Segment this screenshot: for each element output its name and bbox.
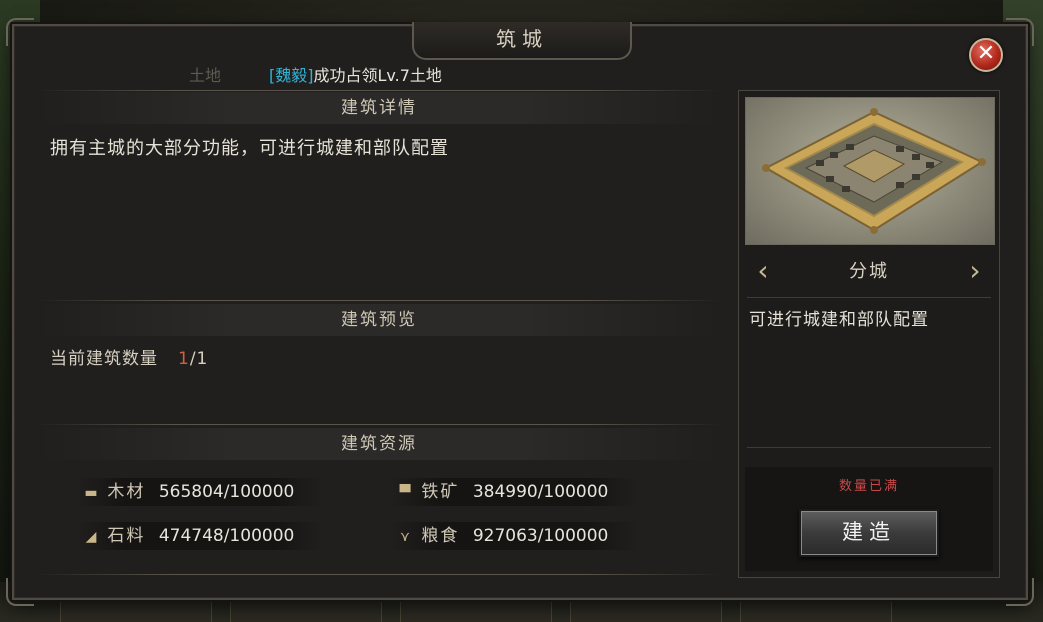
wood-icon: ▬: [84, 485, 98, 501]
right-panel: ‹ 分城 › 可进行城建和部队配置 数量已满 建造: [738, 90, 1000, 578]
close-icon: ✕: [976, 41, 996, 66]
system-notice: 土地 [魏毅]成功占领Lv.7土地: [189, 62, 442, 86]
section-divider: [36, 424, 722, 425]
frame-corner: [1006, 578, 1034, 606]
close-button[interactable]: ✕: [969, 38, 1003, 72]
frame-corner: [6, 578, 34, 606]
resource-value: 565804/100000: [158, 482, 295, 502]
building-count-row: 当前建筑数量 1/1: [50, 344, 208, 369]
dialog-title: 筑城: [496, 27, 548, 51]
build-city-dialog: 筑城 ✕ 土地 [魏毅]成功占领Lv.7土地 建筑详情 拥有主城的大部分功能，可进…: [6, 18, 1034, 606]
resource-wood: ▬ 木材 565804/100000: [76, 478, 324, 506]
resource-name: 粮食: [421, 526, 460, 546]
chevron-right-icon: ›: [969, 254, 981, 287]
resource-value: 474748/100000: [158, 526, 295, 546]
next-building-button[interactable]: ›: [965, 257, 985, 287]
resource-stone: ◢ 石料 474748/100000: [76, 522, 324, 550]
building-preview-image: [745, 97, 995, 245]
resources-heading: 建筑资源: [36, 428, 722, 460]
resource-value: 384990/100000: [472, 482, 609, 502]
building-selector: ‹ 分城 ›: [739, 249, 999, 295]
frame-corner: [1006, 18, 1034, 46]
resource-name: 铁矿: [421, 482, 460, 502]
section-divider: [36, 574, 722, 575]
notice-player-tag: [魏毅]: [269, 66, 314, 85]
title-plate: 筑城: [412, 22, 632, 60]
left-panel: 建筑详情 拥有主城的大部分功能，可进行城建和部队配置 建筑预览 当前建筑数量 1/…: [36, 90, 722, 576]
building-type-name: 分城: [849, 261, 889, 282]
frame-corner: [6, 18, 34, 46]
grain-icon: ⋎: [399, 529, 411, 545]
section-divider: [747, 297, 991, 298]
resource-name: 木材: [107, 482, 146, 502]
section-divider: [36, 300, 722, 301]
section-divider: [747, 447, 991, 448]
building-count-label: 当前建筑数量: [50, 349, 158, 369]
iron-icon: ▀: [399, 485, 411, 501]
notice-message: 成功占领Lv.7土地: [313, 66, 442, 85]
stone-icon: ◢: [85, 529, 97, 545]
notice-faded-text: 土地: [189, 66, 222, 85]
building-count-current: 1: [178, 349, 190, 369]
building-count-total: /1: [189, 349, 209, 369]
details-description: 拥有主城的大部分功能，可进行城建和部队配置: [50, 138, 449, 159]
resource-iron: ▀ 铁矿 384990/100000: [390, 478, 638, 506]
build-action-box: 数量已满 建造: [745, 467, 993, 571]
section-divider: [36, 90, 722, 91]
resource-grain: ⋎ 粮食 927063/100000: [390, 522, 638, 550]
build-button[interactable]: 建造: [799, 509, 939, 557]
building-type-description: 可进行城建和部队配置: [749, 310, 929, 330]
quantity-full-status: 数量已满: [838, 479, 899, 494]
resource-name: 石料: [107, 526, 146, 546]
details-heading: 建筑详情: [36, 92, 722, 124]
preview-heading: 建筑预览: [36, 304, 722, 336]
city-illustration: [762, 108, 986, 234]
resource-value: 927063/100000: [472, 526, 609, 546]
